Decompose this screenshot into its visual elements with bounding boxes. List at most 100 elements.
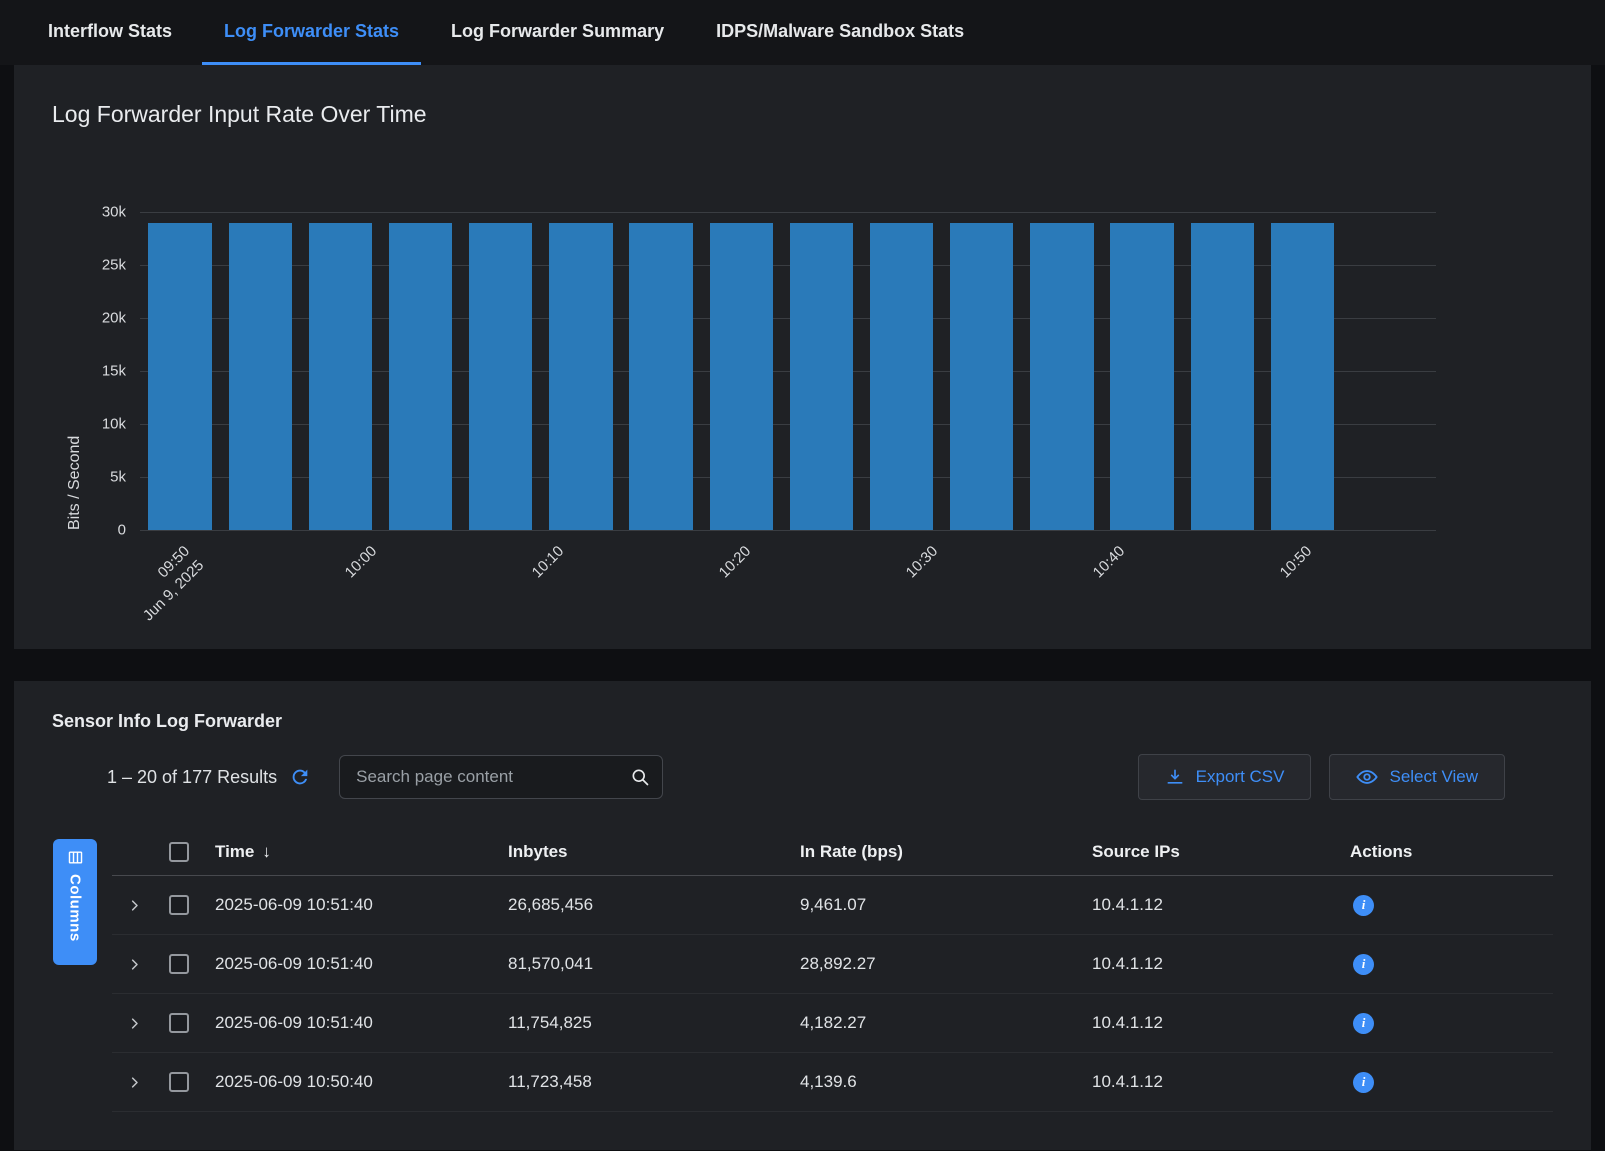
tab-interflow-stats[interactable]: Interflow Stats <box>26 0 194 65</box>
select-view-button[interactable]: Select View <box>1329 754 1505 800</box>
chart-ytick-label: 5k <box>110 469 126 486</box>
chart-ytick-label: 20k <box>102 310 126 327</box>
column-header-time[interactable]: Time↓ <box>202 842 495 862</box>
cell-time: 2025-06-09 10:51:40 <box>202 895 495 915</box>
chart-bar[interactable] <box>1110 223 1173 530</box>
cell-actions: i <box>1337 894 1553 916</box>
data-table: Time↓InbytesIn Rate (bps)Source IPsActio… <box>112 828 1553 1112</box>
column-header-source_ips[interactable]: Source IPs <box>1079 842 1337 862</box>
cell-inbytes: 11,723,458 <box>495 1072 787 1092</box>
chart-bar-slot <box>1022 212 1102 530</box>
table-controls: 1 – 20 of 177 Results Export CSV Select … <box>52 754 1553 800</box>
results-summary: 1 – 20 of 177 Results <box>107 767 277 788</box>
cell-in_rate: 28,892.27 <box>787 954 1079 974</box>
tab-log-forwarder-stats[interactable]: Log Forwarder Stats <box>202 0 421 65</box>
table-title: Sensor Info Log Forwarder <box>52 681 1553 732</box>
chart-bar[interactable] <box>870 223 933 530</box>
expand-row-icon[interactable] <box>127 898 142 913</box>
chart-xtick-label: 10:10 <box>528 542 569 583</box>
cell-in_rate: 9,461.07 <box>787 895 1079 915</box>
chart-bar-slot <box>862 212 942 530</box>
tab-bar: Interflow Stats Log Forwarder Stats Log … <box>0 0 1605 65</box>
row-checkbox[interactable] <box>169 954 189 974</box>
cell-actions: i <box>1337 1012 1553 1034</box>
chart-plot: Bits / Second 09:50Jun 9, 202510:0010:10… <box>140 212 1436 530</box>
sort-desc-icon[interactable]: ↓ <box>262 842 271 861</box>
row-info-icon[interactable]: i <box>1353 1013 1374 1034</box>
cell-source_ips: 10.4.1.12 <box>1079 1072 1337 1092</box>
chart-bar[interactable] <box>1030 223 1093 530</box>
column-header-actions[interactable]: Actions <box>1337 842 1553 862</box>
row-checkbox[interactable] <box>169 1013 189 1033</box>
cell-time: 2025-06-09 10:50:40 <box>202 1072 495 1092</box>
chart-xtick-label: 10:00 <box>341 542 382 583</box>
table-row: 2025-06-09 10:51:4026,685,4569,461.0710.… <box>112 876 1553 935</box>
chart-bar[interactable] <box>790 223 853 530</box>
table-row: 2025-06-09 10:51:4011,754,8254,182.2710.… <box>112 994 1553 1053</box>
chart-bars <box>140 212 1343 530</box>
download-icon <box>1165 767 1185 787</box>
chart-bar-slot <box>300 212 380 530</box>
chart-ytick-label: 25k <box>102 257 126 274</box>
select-all-checkbox[interactable] <box>169 842 189 862</box>
chart-bar[interactable] <box>469 223 532 530</box>
chart-ytick-label: 10k <box>102 416 126 433</box>
chart-bar[interactable] <box>309 223 372 530</box>
chart-bar[interactable] <box>950 223 1013 530</box>
chart-bar[interactable] <box>629 223 692 530</box>
chart-title: Log Forwarder Input Rate Over Time <box>14 65 1591 128</box>
chart-ytick-label: 0 <box>118 522 126 539</box>
chart-bar[interactable] <box>1191 223 1254 530</box>
expand-row-icon[interactable] <box>127 957 142 972</box>
chart-bar-slot <box>140 212 220 530</box>
tab-log-forwarder-summary[interactable]: Log Forwarder Summary <box>429 0 686 65</box>
cell-source_ips: 10.4.1.12 <box>1079 954 1337 974</box>
cell-inbytes: 81,570,041 <box>495 954 787 974</box>
column-header-inbytes[interactable]: Inbytes <box>495 842 787 862</box>
chart-bar-slot <box>1102 212 1182 530</box>
cell-source_ips: 10.4.1.12 <box>1079 1013 1337 1033</box>
columns-button[interactable]: Columns <box>53 839 97 965</box>
chart-ytick-label: 15k <box>102 363 126 380</box>
refresh-button[interactable] <box>289 766 311 788</box>
row-info-icon[interactable]: i <box>1353 895 1374 916</box>
cell-source_ips: 10.4.1.12 <box>1079 895 1337 915</box>
row-info-icon[interactable]: i <box>1353 1072 1374 1093</box>
cell-time: 2025-06-09 10:51:40 <box>202 954 495 974</box>
table-row: 2025-06-09 10:50:4011,723,4584,139.610.4… <box>112 1053 1553 1112</box>
row-info-icon[interactable]: i <box>1353 954 1374 975</box>
column-header-in_rate[interactable]: In Rate (bps) <box>787 842 1079 862</box>
chart-bar-slot <box>781 212 861 530</box>
chart-y-axis-label: Bits / Second <box>66 212 84 530</box>
chart-bar[interactable] <box>1271 223 1334 530</box>
chart-bar-slot <box>942 212 1022 530</box>
chart-bar[interactable] <box>148 223 211 530</box>
chart-bar[interactable] <box>710 223 773 530</box>
tab-idps-malware-sandbox-stats[interactable]: IDPS/Malware Sandbox Stats <box>694 0 986 65</box>
chart-bar[interactable] <box>389 223 452 530</box>
table-body: 2025-06-09 10:51:4026,685,4569,461.0710.… <box>112 876 1553 1112</box>
row-checkbox[interactable] <box>169 895 189 915</box>
chart-bar[interactable] <box>229 223 292 530</box>
cell-time: 2025-06-09 10:51:40 <box>202 1013 495 1033</box>
chart-ytick-label: 30k <box>102 204 126 221</box>
expand-row-icon[interactable] <box>127 1075 142 1090</box>
search-input[interactable] <box>340 767 662 787</box>
cell-actions: i <box>1337 953 1553 975</box>
cell-in_rate: 4,139.6 <box>787 1072 1079 1092</box>
chart-xtick-label: 10:40 <box>1089 542 1130 583</box>
chart-bar-slot <box>381 212 461 530</box>
table-panel: Sensor Info Log Forwarder 1 – 20 of 177 … <box>14 681 1591 1150</box>
row-checkbox[interactable] <box>169 1072 189 1092</box>
chart-bar-slot <box>541 212 621 530</box>
chart-xtick-label: 10:20 <box>715 542 756 583</box>
chart-bar-slot <box>621 212 701 530</box>
export-csv-button[interactable]: Export CSV <box>1138 754 1312 800</box>
chart-bar[interactable] <box>549 223 612 530</box>
table-row: 2025-06-09 10:51:4081,570,04128,892.2710… <box>112 935 1553 994</box>
refresh-icon <box>289 766 311 788</box>
expand-row-icon[interactable] <box>127 1016 142 1031</box>
cell-in_rate: 4,182.27 <box>787 1013 1079 1033</box>
chart-bar-slot <box>220 212 300 530</box>
chart-xtick-label: 09:50Jun 9, 2025 <box>125 542 209 626</box>
